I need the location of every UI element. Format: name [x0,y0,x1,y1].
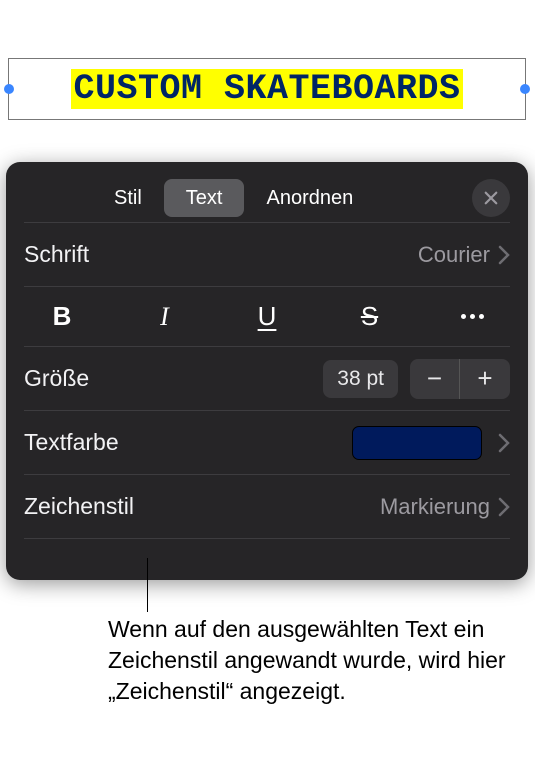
character-style-row[interactable]: Zeichenstil Markierung [24,474,510,538]
size-stepper: − + [410,359,510,399]
divider [24,538,510,539]
text-color-label: Textfarbe [24,429,352,456]
font-row[interactable]: Schrift Courier [24,222,510,286]
font-value: Courier [418,242,490,268]
underline-button[interactable]: U [237,301,297,332]
textbox-content[interactable]: CUSTOM SKATEBOARDS [71,69,462,109]
size-value[interactable]: 38 pt [323,360,398,398]
close-icon [482,189,500,207]
size-increase-button[interactable]: + [460,359,510,399]
text-style-bar: B I U S [24,286,510,346]
chevron-right-icon [498,497,510,517]
italic-button[interactable]: I [135,302,195,332]
chevron-right-icon [498,433,510,453]
callout-leader-line [147,558,148,612]
bold-button[interactable]: B [32,301,92,332]
size-label: Größe [24,365,323,392]
strikethrough-button[interactable]: S [340,301,400,332]
text-color-swatch[interactable] [352,426,482,460]
tab-arrange[interactable]: Anordnen [244,179,375,217]
size-decrease-button[interactable]: − [410,359,460,399]
selected-textbox[interactable]: CUSTOM SKATEBOARDS [8,58,526,120]
chevron-right-icon [498,245,510,265]
callout-text: Wenn auf den ausgewählten Text ein Zeich… [108,614,508,707]
more-icon [442,314,502,319]
tab-style[interactable]: Stil [92,179,164,217]
tab-text[interactable]: Text [164,179,245,217]
selection-handle-right[interactable] [520,84,530,94]
panel-tabbar: Stil Text Anordnen [24,174,510,222]
character-style-value: Markierung [380,494,490,520]
tab-segmented-control: Stil Text Anordnen [92,179,462,217]
more-options-button[interactable] [442,314,502,319]
font-label: Schrift [24,241,418,268]
character-style-label: Zeichenstil [24,493,380,520]
close-button[interactable] [472,179,510,217]
selection-handle-left[interactable] [4,84,14,94]
format-panel: Stil Text Anordnen Schrift Courier B I U… [6,162,528,580]
text-color-row[interactable]: Textfarbe [24,410,510,474]
size-row: Größe 38 pt − + [24,346,510,410]
